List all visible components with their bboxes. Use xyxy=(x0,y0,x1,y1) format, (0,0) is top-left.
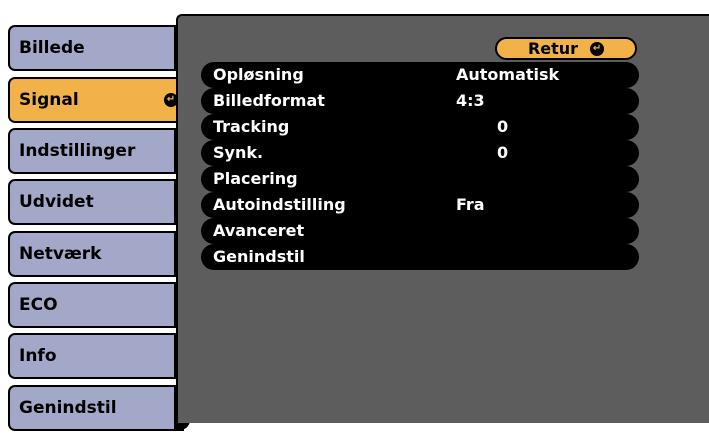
setting-label: Avanceret xyxy=(213,221,305,240)
sidebar-item-genindstil[interactable]: Genindstil xyxy=(8,385,184,431)
sidebar: Billede Signal ↵ Indstillinger Udvidet N… xyxy=(0,0,200,437)
sidebar-item-label: Indstillinger xyxy=(19,141,136,161)
sidebar-item-label: Genindstil xyxy=(19,398,117,418)
setting-row-tracking[interactable]: Tracking 0 xyxy=(201,114,639,140)
setting-label: Tracking xyxy=(213,117,290,136)
sidebar-item-label: Udvidet xyxy=(19,192,94,212)
setting-label: Opløsning xyxy=(213,65,304,84)
sidebar-item-netvaerk[interactable]: Netværk xyxy=(8,231,184,277)
sidebar-item-indstillinger[interactable]: Indstillinger xyxy=(8,128,184,174)
setting-value: 0 xyxy=(497,143,509,162)
setting-label: Placering xyxy=(213,169,298,188)
setting-label: Autoindstilling xyxy=(213,195,346,214)
sidebar-item-label: Billede xyxy=(19,38,85,58)
sidebar-item-info[interactable]: Info xyxy=(8,333,184,379)
setting-value: Fra xyxy=(456,195,485,214)
enter-icon: ↵ xyxy=(590,41,605,56)
setting-value: 4:3 xyxy=(456,91,485,110)
retur-label: Retur xyxy=(527,39,579,58)
sidebar-item-signal[interactable]: Signal ↵ xyxy=(8,77,184,123)
setting-label: Billedformat xyxy=(213,91,325,110)
setting-label: Genindstil xyxy=(213,247,305,266)
setting-row-oploesning[interactable]: Opløsning Automatisk xyxy=(201,62,639,88)
setting-value: Automatisk xyxy=(456,65,560,84)
sidebar-item-label: ECO xyxy=(19,295,58,315)
setting-row-synk[interactable]: Synk. 0 xyxy=(201,140,639,166)
sidebar-item-eco[interactable]: ECO xyxy=(8,282,184,328)
retur-button[interactable]: Retur ↵ xyxy=(495,37,637,60)
sidebar-item-label: Signal xyxy=(19,90,79,110)
setting-row-autoindstilling[interactable]: Autoindstilling Fra xyxy=(201,192,639,218)
setting-value: 0 xyxy=(497,117,509,136)
sidebar-item-label: Netværk xyxy=(19,244,102,264)
setting-row-genindstil[interactable]: Genindstil xyxy=(201,244,639,270)
setting-row-avanceret[interactable]: Avanceret xyxy=(201,218,639,244)
sidebar-item-label: Info xyxy=(19,346,57,366)
sidebar-item-billede[interactable]: Billede xyxy=(8,25,184,71)
settings-list: Opløsning Automatisk Billedformat 4:3 Tr… xyxy=(201,62,639,270)
setting-row-billedformat[interactable]: Billedformat 4:3 xyxy=(201,88,639,114)
setting-row-placering[interactable]: Placering xyxy=(201,166,639,192)
setting-label: Synk. xyxy=(213,143,264,162)
sidebar-item-udvidet[interactable]: Udvidet xyxy=(8,179,184,225)
